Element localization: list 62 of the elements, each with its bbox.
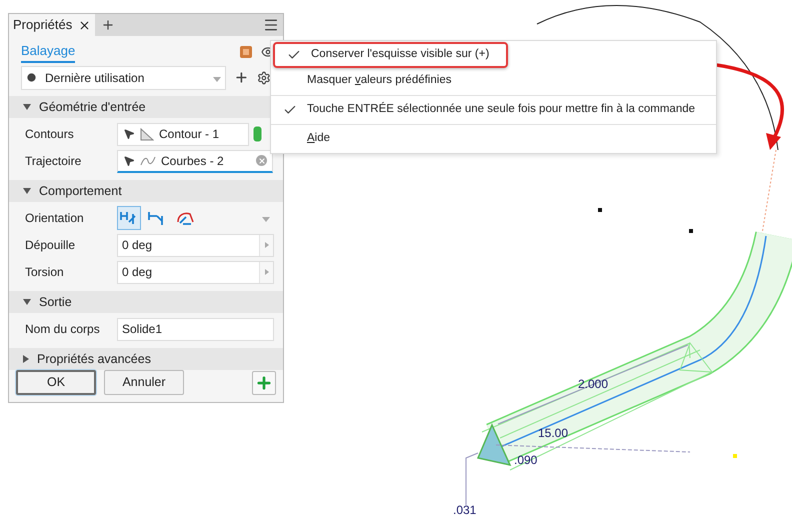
close-icon[interactable] — [78, 18, 92, 32]
collapse-icon — [23, 188, 31, 194]
settings-icon[interactable] — [257, 70, 271, 85]
dropdown-arrow-icon — [213, 76, 222, 82]
menu-item-label: Touche ENTRÉE sélectionnée une seule fois pour mettre fin à la commande — [307, 101, 696, 118]
add-tab-icon[interactable] — [101, 18, 116, 32]
section-header[interactable]: Sortie — [9, 291, 283, 313]
dropdown-arrow-icon — [262, 217, 270, 222]
menu-item[interactable]: Aide — [271, 126, 716, 152]
preset-dropdown[interactable]: Dernière utilisation — [21, 66, 226, 90]
add-button[interactable] — [252, 370, 276, 394]
dialog-button[interactable]: OK — [16, 370, 96, 395]
field-label: Dépouille — [25, 237, 76, 254]
profile-icon — [140, 128, 154, 140]
field-label: Trajectoire — [25, 153, 82, 170]
plus-icon — [255, 374, 273, 392]
field-label: Nom du corps — [25, 321, 101, 338]
menu-item-label: Aide — [307, 131, 330, 146]
dimension-value: 15.00 — [538, 426, 568, 440]
dimension-value: .090 — [514, 453, 538, 467]
selection-field[interactable]: Courbes - 2 — [117, 150, 273, 172]
curve-icon — [140, 154, 156, 166]
menu-item[interactable]: Touche ENTRÉE sélectionnée une seule fois pour mettre fin à la commande — [271, 97, 716, 123]
field-value: Contour - 1 — [159, 126, 220, 143]
guide-surface-icon — [175, 210, 195, 226]
field-value: Courbes - 2 — [161, 152, 224, 170]
collapse-icon — [23, 299, 31, 305]
menu-icon[interactable] — [263, 17, 279, 34]
sketch-point — [689, 229, 693, 233]
field-label: Torsion — [25, 264, 65, 281]
number-field[interactable]: 0 deg — [117, 260, 274, 284]
dimension-value: 2.000 — [578, 377, 608, 391]
cylinder-icon[interactable] — [253, 126, 262, 142]
dialog-button[interactable]: Annuler — [104, 370, 184, 395]
section-header[interactable]: Comportement — [9, 180, 283, 202]
arrow-icon — [264, 242, 268, 248]
expand-icon — [23, 355, 29, 363]
section-header[interactable]: Propriétés avancées — [9, 348, 283, 370]
field-label: Orientation — [25, 210, 85, 227]
number-field[interactable]: 0 deg — [117, 234, 274, 256]
menu-item-label: Conserver l'esquisse visible sur (+) — [311, 47, 490, 62]
section-title: Comportement — [39, 182, 122, 200]
menu-item[interactable]: Masquer valeurs prédéfinies — [271, 68, 716, 94]
arrow-icon — [264, 269, 268, 275]
sketch-point — [598, 208, 602, 212]
section-title: Sortie — [39, 294, 72, 311]
panel-tab[interactable]: Propriétés — [9, 14, 96, 36]
selection-field[interactable]: Contour - 1 — [117, 122, 249, 146]
dimension-value: .031 — [453, 503, 476, 517]
menu-item[interactable]: Conserver l'esquisse visible sur (+) — [273, 42, 508, 68]
sketch-point — [733, 454, 737, 458]
solid-icon[interactable] — [239, 45, 253, 60]
section-title: Géométrie d'entrée — [39, 98, 146, 116]
field-label: Contours — [25, 126, 75, 143]
menu-item-label: Masquer valeurs prédéfinies — [307, 73, 452, 88]
text-field[interactable]: Solide1 — [117, 318, 274, 340]
cursor-icon — [123, 128, 135, 140]
add-icon[interactable] — [234, 70, 250, 86]
orientation-option[interactable] — [117, 206, 141, 230]
cursor-icon — [123, 154, 135, 166]
collapse-icon — [23, 104, 31, 110]
section-title: Propriétés avancées — [37, 350, 151, 368]
